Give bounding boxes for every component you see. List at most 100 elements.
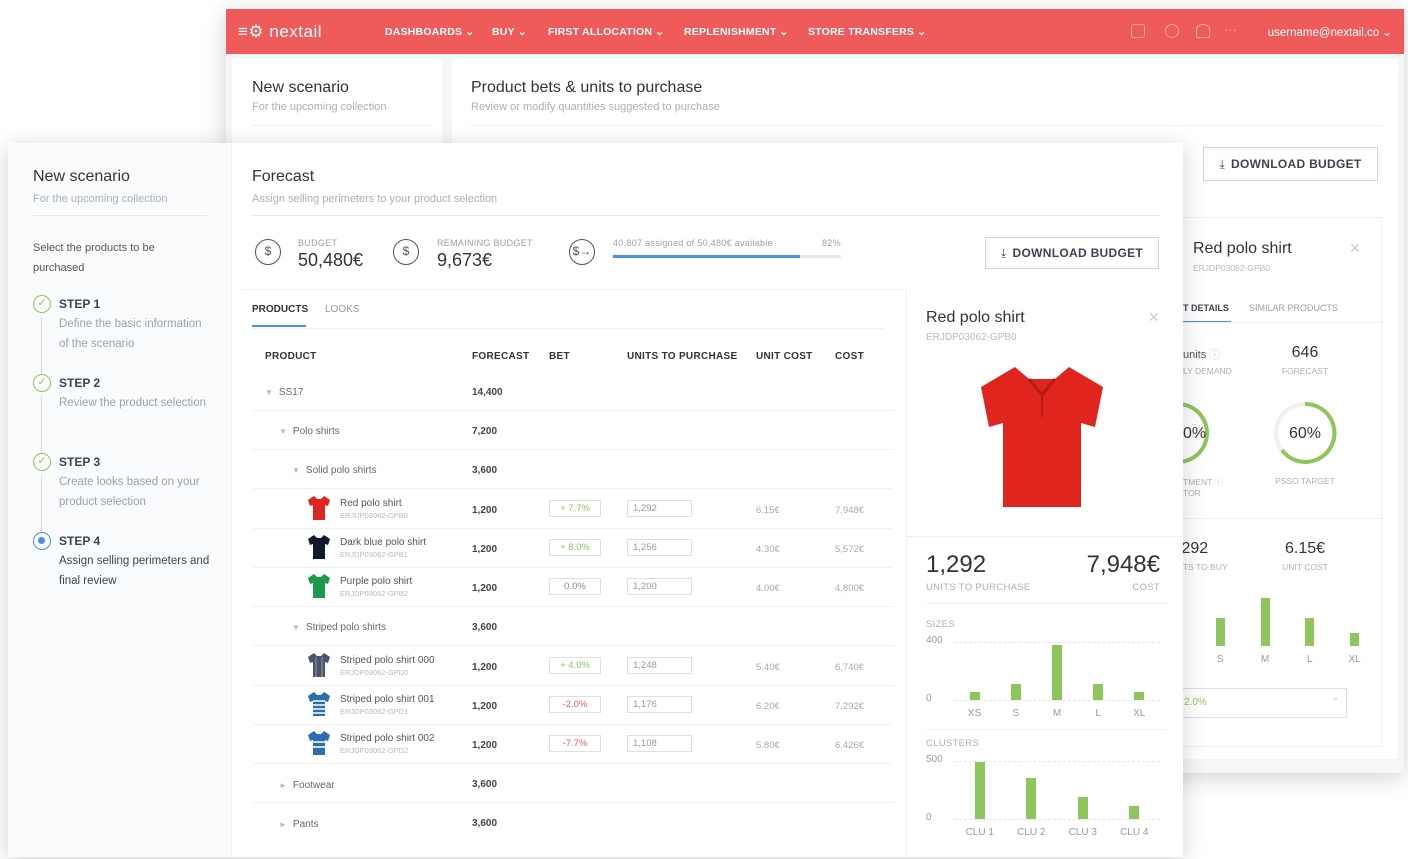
item-code: ERJDP03062-GPB2 [340, 589, 408, 598]
item-unit-cost: 6.20€ [756, 701, 780, 712]
item-name[interactable]: Dark blue polo shirt [340, 537, 426, 548]
units-input[interactable]: 1,108 [627, 735, 692, 752]
back-units-to-buy-label: TS TO BUY [1183, 562, 1228, 572]
budget-label: BUDGET [298, 238, 338, 248]
bet-input[interactable]: + 8.0% [549, 539, 601, 556]
col-product[interactable]: PRODUCT [265, 351, 317, 362]
download-budget-button[interactable]: ⤓ DOWNLOAD BUDGET [985, 237, 1159, 269]
user-menu[interactable]: username@nextail.co ⌄ [1268, 25, 1392, 39]
page-title: Forecast [252, 168, 315, 185]
item-code: ERJDP03062-GPB0 [340, 511, 408, 520]
close-icon[interactable]: ✕ [1349, 240, 1361, 257]
group-solid-polo-shirts[interactable]: ▼ Solid polo shirts [292, 465, 377, 476]
bet-input[interactable]: -2.0% [549, 696, 601, 713]
back-bet-input[interactable]: 2.0% ⌃ [1177, 688, 1347, 718]
more-icon[interactable]: ··· [1224, 22, 1237, 37]
group-footwear-forecast: 3,600 [472, 779, 498, 790]
group-polo-shirts[interactable]: ▼ Polo shirts [279, 426, 340, 437]
front-window: New scenario For the upcoming collection… [8, 143, 1184, 857]
chart-bar [1350, 632, 1360, 646]
purple-polo-shirt-thumbnail [308, 574, 330, 598]
top-navigation-bar: ≡⚙ nextail DASHBOARDS ⌄ BUY ⌄ FIRST ALLO… [226, 9, 1404, 54]
chart-bar [1129, 805, 1140, 819]
item-name[interactable]: Striped polo shirt 002 [340, 733, 435, 744]
scenario-title: New scenario [33, 168, 130, 185]
item-name[interactable]: Purple polo shirt [340, 576, 412, 587]
back-download-budget-button[interactable]: ⤓ DOWNLOAD BUDGET [1203, 147, 1378, 181]
x-tick-label: XS [967, 708, 982, 719]
units-input[interactable]: 1,256 [627, 539, 692, 556]
clusters-chart: 500 0 CLU 1 CLU 2 CLU 3 CLU 4 [926, 753, 1166, 841]
col-cost[interactable]: COST [835, 351, 864, 362]
dark-blue-polo-shirt-thumbnail [308, 535, 330, 559]
back-download-budget-label: DOWNLOAD BUDGET [1231, 157, 1362, 171]
tab-similar-products[interactable]: SIMILAR PRODUCTS [1249, 303, 1338, 313]
back-gauge-1-label: TMENT ⓘ TOR [1183, 477, 1224, 498]
item-cost: 6,740€ [835, 662, 865, 673]
x-tick-label: CLU 3 [1068, 827, 1097, 838]
item-name[interactable]: Striped polo shirt 000 [340, 655, 435, 666]
product-detail-panel: Red polo shirt ERJDP03062-GPB0 ✕ 1,292 U… [906, 289, 1184, 857]
nav-replenishment[interactable]: REPLENISHMENT ⌄ [684, 26, 789, 38]
chart-bar [974, 762, 985, 819]
bet-input[interactable]: + 4.0% [549, 657, 601, 674]
detail-units-value: 1,292 [926, 551, 987, 578]
sizes-chart: 400 0 XS S M L XL [926, 634, 1166, 722]
units-input[interactable]: 1,176 [627, 696, 692, 713]
nav-dashboards[interactable]: DASHBOARDS ⌄ [385, 26, 474, 38]
chart-bar [1305, 617, 1315, 646]
col-forecast[interactable]: FORECAST [472, 351, 529, 362]
bet-input[interactable]: 0.0% [549, 578, 601, 595]
chart-bar [1093, 683, 1104, 700]
item-code: ERJDP03062-GPD1 [340, 707, 409, 716]
bet-input[interactable]: + 7.7% [549, 500, 601, 517]
units-input[interactable]: 1,248 [627, 657, 692, 674]
chat-icon[interactable] [1131, 24, 1145, 38]
gridline [954, 700, 1160, 701]
item-name[interactable]: Red polo shirt [340, 498, 402, 509]
check-icon: ✓ [33, 374, 51, 392]
nextail-logo[interactable]: ≡⚙ nextail [238, 22, 322, 42]
remaining-budget-icon: $ [393, 239, 419, 265]
steps-intro: Select the products to be purchased [33, 242, 155, 274]
nav-store-transfers[interactable]: STORE TRANSFERS ⌄ [808, 26, 926, 38]
item-cost: 5,572€ [835, 544, 865, 555]
tab-products[interactable]: PRODUCTS [252, 304, 308, 327]
group-pants[interactable]: ► Pants [279, 819, 319, 830]
back-sizes-chart: SSMLXL [1170, 588, 1383, 668]
col-bet[interactable]: BET [549, 351, 570, 362]
item-cost: 7,948€ [835, 505, 865, 516]
x-tick-label: M [1052, 708, 1062, 719]
close-icon[interactable]: ✕ [1148, 309, 1160, 326]
item-name[interactable]: Striped polo shirt 001 [340, 694, 435, 705]
red-polo-shirt-image [981, 367, 1103, 507]
bell-icon[interactable] [1196, 24, 1210, 38]
bet-input[interactable]: -7.7% [549, 735, 601, 752]
group-striped-polo-shirts[interactable]: ▼ Striped polo shirts [292, 622, 386, 633]
back-page-title: Product bets & units to purchase [471, 79, 703, 96]
col-units-to-purchase[interactable]: UNITS TO PURCHASE [627, 351, 737, 362]
group-ss17[interactable]: ▼ SS17 [265, 387, 303, 398]
tab-looks[interactable]: LOOKS [325, 304, 359, 315]
nav-buy[interactable]: BUY ⌄ [492, 26, 527, 38]
chart-bar [1010, 683, 1021, 700]
item-cost: 7,292€ [835, 701, 865, 712]
col-unit-cost[interactable]: UNIT COST [756, 351, 813, 362]
item-forecast: 1,200 [472, 701, 498, 712]
nav-first-allocation[interactable]: FIRST ALLOCATION ⌄ [548, 26, 664, 38]
back-detail-panel: Red polo shirt ERJDP03062-GPB0 ✕ T DETAI… [1147, 217, 1383, 747]
tab-details[interactable]: T DETAILS [1183, 303, 1231, 323]
item-code: ERJDP03062-GPB1 [340, 550, 408, 559]
globe-icon[interactable] [1165, 24, 1179, 38]
y-tick-label: 0 [926, 693, 932, 704]
chart-bar [1215, 617, 1225, 646]
x-tick-label: S [1012, 708, 1020, 719]
group-footwear[interactable]: ► Footwear [279, 780, 335, 791]
group-polo-shirts-forecast: 7,200 [472, 426, 498, 437]
y-tick-label: 0 [926, 812, 932, 823]
chart-bar [1052, 644, 1062, 700]
units-input[interactable]: 1,292 [627, 500, 692, 517]
units-input[interactable]: 1,200 [627, 578, 692, 595]
x-tick-label: CLU 2 [1017, 827, 1046, 838]
red-polo-shirt-thumbnail [308, 496, 330, 520]
